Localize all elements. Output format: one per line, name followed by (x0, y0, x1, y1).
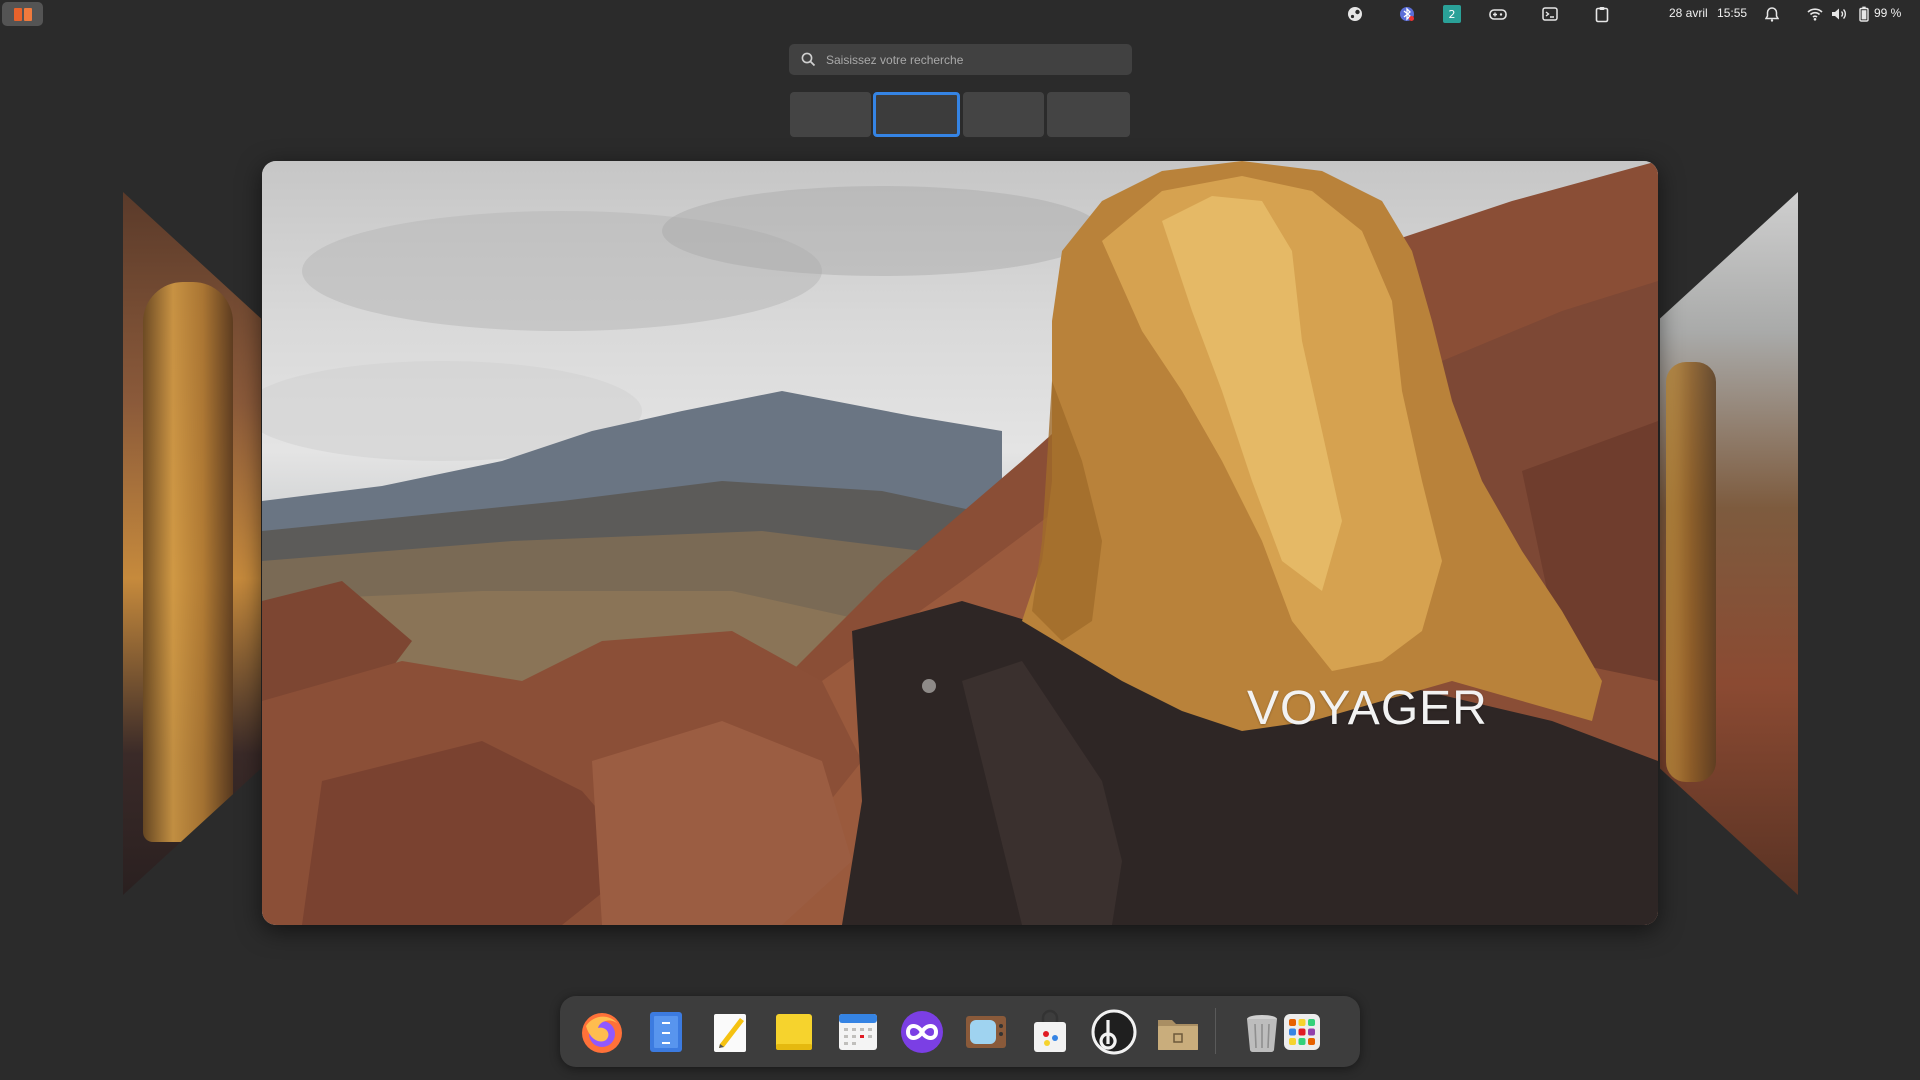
bluetooth-icon[interactable] (1398, 5, 1416, 23)
top-bar: 2 28 avril 15:55 99 % (0, 0, 1920, 28)
workspace-thumbnail-1[interactable] (790, 92, 871, 137)
sticky-notes-icon[interactable] (770, 1008, 818, 1056)
text-editor-icon[interactable] (706, 1008, 754, 1056)
infinity-app-icon[interactable] (898, 1008, 946, 1056)
battery-percentage: 99 % (1874, 6, 1902, 20)
software-center-icon[interactable] (1026, 1008, 1074, 1056)
app-grid-icon[interactable] (1278, 1008, 1326, 1056)
search-input[interactable] (824, 51, 1118, 68)
wifi-icon[interactable] (1806, 5, 1824, 23)
date-time[interactable]: 28 avril 15:55 (1669, 6, 1747, 20)
files-folder-icon[interactable] (1154, 1008, 1202, 1056)
alarm-clock-icon[interactable] (1763, 5, 1781, 23)
volume-icon[interactable] (1830, 5, 1848, 23)
workspace-indicator-icon[interactable]: 2 (1443, 5, 1461, 23)
battery-icon[interactable] (1858, 5, 1870, 23)
steam-icon[interactable] (1346, 5, 1364, 23)
search-icon (801, 52, 816, 67)
gamepad-icon[interactable] (1489, 5, 1507, 23)
b-app-icon[interactable] (1090, 1008, 1138, 1056)
tv-app-icon[interactable] (962, 1008, 1010, 1056)
file-manager-icon[interactable] (642, 1008, 690, 1056)
workspace-preview-right[interactable] (1660, 192, 1798, 895)
clipboard-icon[interactable] (1593, 5, 1611, 23)
activities-button[interactable] (2, 2, 43, 26)
dock (560, 996, 1360, 1067)
workspace-preview-current[interactable]: VOYAGER (262, 161, 1658, 925)
firefox-icon[interactable] (578, 1008, 626, 1056)
workspace-preview-left[interactable] (123, 192, 261, 895)
workspace-thumbnail-2-active[interactable] (873, 92, 960, 137)
wallpaper-caption: VOYAGER (1247, 682, 1488, 735)
calendar-icon[interactable] (834, 1008, 882, 1056)
terminal-icon[interactable] (1541, 5, 1559, 23)
workspace-thumbnail-4[interactable] (1047, 92, 1130, 137)
time-label: 15:55 (1717, 6, 1748, 20)
workspace-thumbnail-3[interactable] (963, 92, 1044, 137)
search-bar[interactable] (789, 44, 1132, 75)
activities-icon (13, 7, 22, 21)
wallpaper-person (842, 161, 1658, 925)
date-label: 28 avril (1669, 6, 1708, 20)
dock-separator (1215, 1008, 1216, 1054)
